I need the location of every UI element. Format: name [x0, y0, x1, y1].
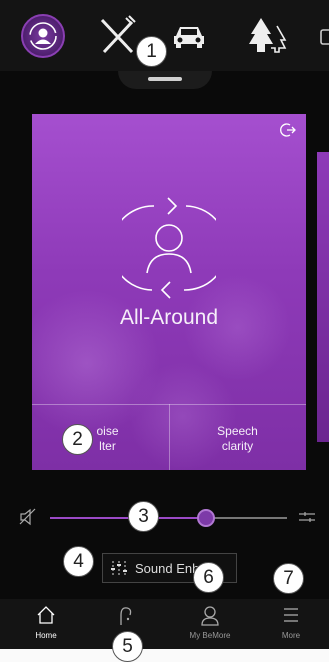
program-name: All-Around	[119, 306, 219, 329]
program-all-around-button[interactable]	[21, 14, 65, 58]
person-cycle-icon	[29, 22, 57, 50]
nav-my-bemore[interactable]: My BeMore	[180, 599, 240, 649]
share-icon[interactable]	[276, 122, 296, 138]
program-restaurant-button[interactable]	[96, 14, 140, 58]
program-bar	[0, 0, 329, 71]
noise-filter-option[interactable]: oise lter	[32, 424, 169, 454]
next-program-card[interactable]	[317, 152, 329, 442]
drawer-handle[interactable]	[118, 71, 212, 89]
menu-icon	[284, 608, 298, 622]
program-car-button[interactable]	[169, 14, 213, 58]
program-outdoor-button[interactable]	[245, 14, 289, 58]
callout-1: 1	[136, 36, 167, 67]
hearing-aid-icon	[120, 607, 132, 625]
nav-my-bemore-label: My BeMore	[189, 631, 231, 640]
volume-slider[interactable]	[50, 509, 287, 527]
car-icon	[174, 27, 204, 48]
callout-4: 4	[63, 546, 94, 577]
user-icon	[201, 606, 219, 626]
speaker-mute-icon[interactable]	[19, 508, 39, 526]
sound-enhancer-label: Sound Enh	[135, 560, 200, 576]
equalizer-icon[interactable]	[297, 511, 317, 523]
partial-program-icon	[320, 29, 329, 45]
speech-clarity-line1: Speech	[217, 424, 258, 438]
noise-filter-line1: oise	[96, 424, 119, 438]
volume-slider-thumb[interactable]	[197, 509, 216, 527]
callout-6: 6	[193, 562, 224, 593]
callout-7: 7	[273, 563, 304, 594]
callout-3: 3	[128, 501, 159, 532]
drawer-handle-bar	[148, 77, 182, 81]
nav-home-label: Home	[35, 631, 57, 640]
program-more-button[interactable]	[318, 14, 329, 58]
speech-clarity-option[interactable]: Speech clarity	[169, 424, 306, 454]
bottom-nav: Home My BeMore More	[0, 599, 329, 649]
noise-filter-line2: lter	[99, 439, 116, 453]
bottom-strip	[0, 649, 329, 662]
program-icon-large	[122, 197, 216, 299]
program-card[interactable]: All-Around oise lter Speech clarity	[32, 114, 306, 470]
nav-more[interactable]: More	[261, 599, 321, 649]
nav-home[interactable]: Home	[16, 599, 76, 649]
speech-clarity-line2: clarity	[221, 439, 254, 453]
fork-knife-icon	[100, 15, 136, 54]
callout-5: 5	[112, 631, 143, 662]
nav-more-label: More	[281, 631, 301, 640]
home-icon	[37, 606, 55, 624]
callout-2: 2	[62, 424, 93, 455]
trees-icon	[249, 18, 287, 53]
equalizer-sliders-icon	[111, 561, 127, 575]
